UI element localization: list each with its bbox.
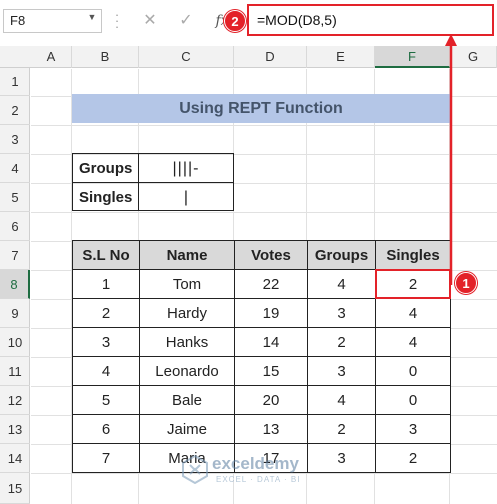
watermark: exceldemy EXCEL · DATA · BI bbox=[150, 452, 360, 492]
exceldemy-logo-icon bbox=[182, 454, 208, 484]
connector-arrow bbox=[445, 34, 457, 285]
watermark-tagline: EXCEL · DATA · BI bbox=[216, 475, 301, 484]
watermark-name: exceldemy bbox=[212, 454, 299, 473]
